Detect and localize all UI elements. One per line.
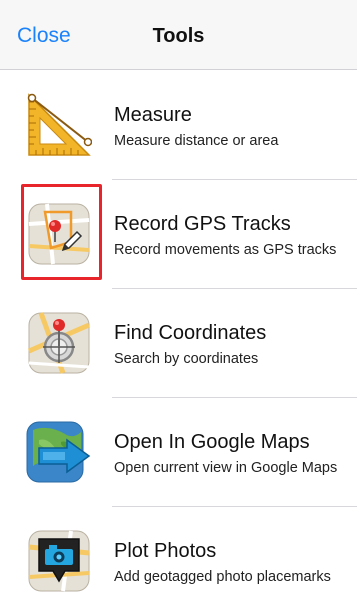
- tool-title: Open In Google Maps: [114, 431, 310, 453]
- tool-subtitle: Measure distance or area: [114, 133, 279, 149]
- tool-row-find-coordinates[interactable]: Find Coordinates Search by coordinates: [0, 289, 357, 398]
- crosshair-pin-icon: [25, 304, 93, 382]
- camera-pin-icon: [25, 522, 93, 600]
- tool-list: Measure Measure distance or area Record …: [0, 71, 357, 615]
- tool-title: Measure: [114, 104, 192, 126]
- tool-row-measure[interactable]: Measure Measure distance or area: [0, 71, 357, 180]
- map-pin-pencil-icon: [25, 195, 93, 273]
- tool-subtitle: Record movements as GPS tracks: [114, 242, 337, 258]
- page-title: Tools: [152, 25, 205, 47]
- tool-subtitle: Open current view in Google Maps: [114, 460, 338, 476]
- tool-title: Plot Photos: [114, 540, 217, 562]
- tool-subtitle: Search by coordinates: [114, 351, 259, 367]
- tool-row-open-in-google-maps[interactable]: Open In Google Maps Open current view in…: [0, 398, 357, 507]
- tools-screen: Close Tools Measure Measure distance or …: [0, 0, 357, 615]
- tool-subtitle: Add geotagged photo placemarks: [114, 569, 331, 585]
- tool-title: Find Coordinates: [114, 322, 267, 344]
- tool-title: Record GPS Tracks: [114, 213, 291, 235]
- set-square-icon: [25, 86, 93, 164]
- tool-row-plot-photos[interactable]: Plot Photos Add geotagged photo placemar…: [0, 507, 357, 615]
- google-maps-arrow-icon: [25, 413, 93, 491]
- tool-row-record-gps-tracks[interactable]: Record GPS Tracks Record movements as GP…: [0, 180, 357, 289]
- navigation-bar: Close Tools: [0, 0, 357, 70]
